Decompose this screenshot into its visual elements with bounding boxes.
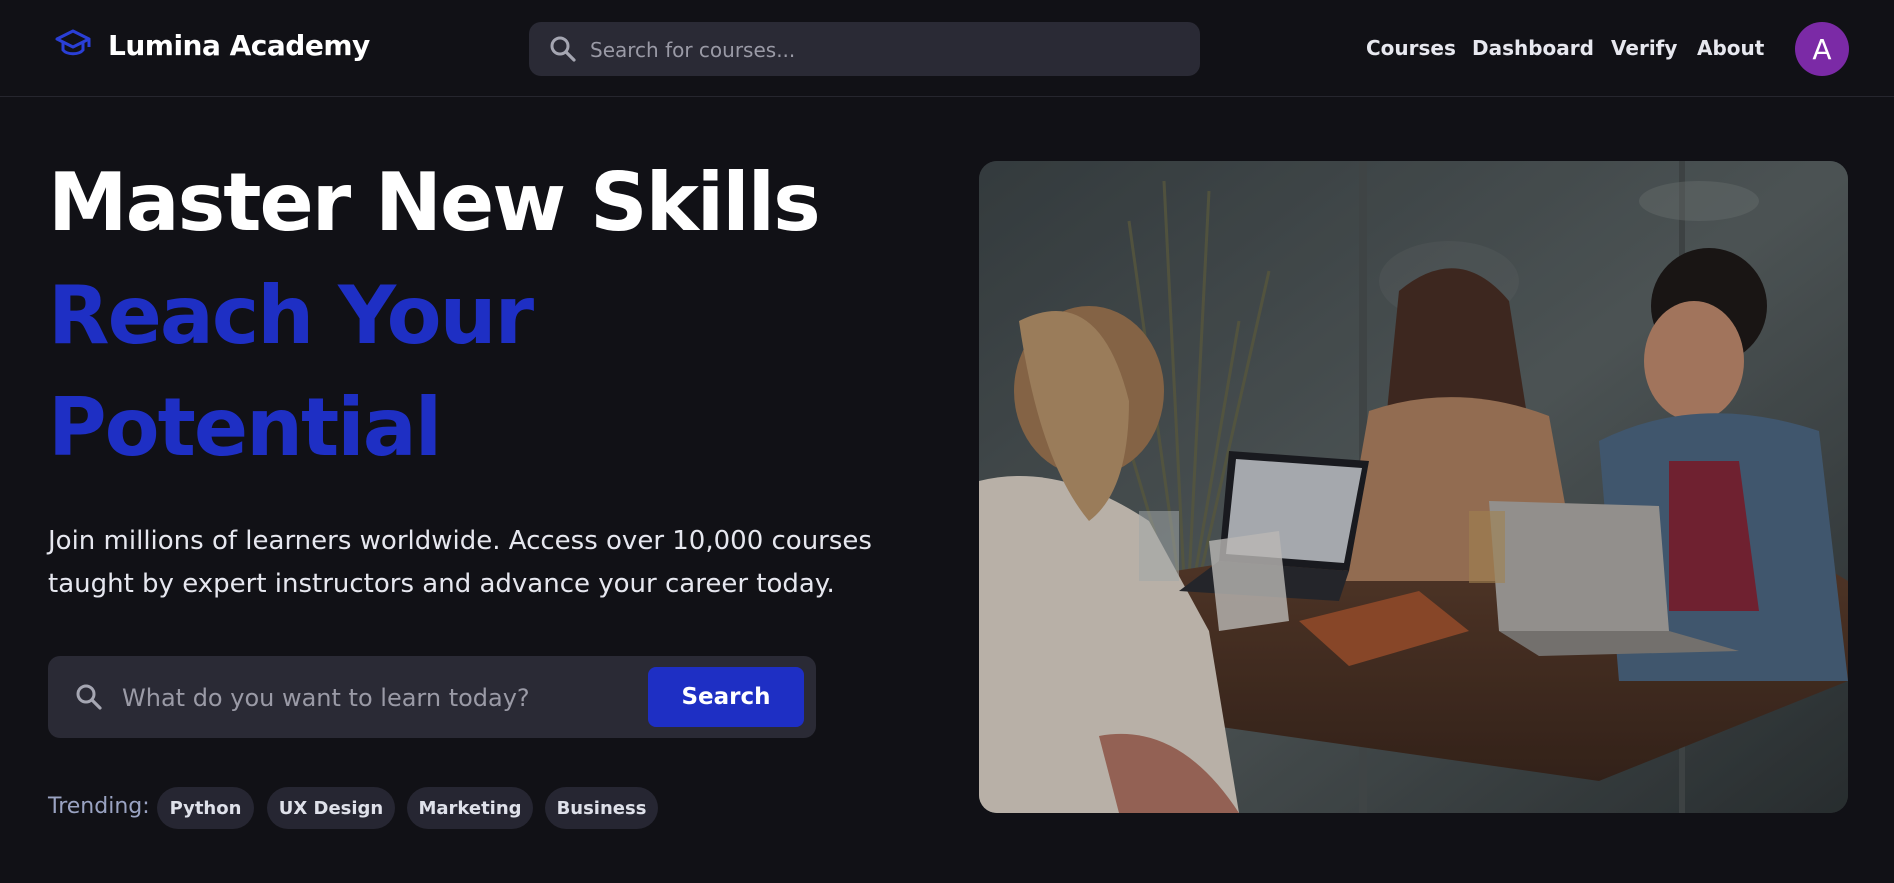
brand-logo-link[interactable]: Lumina Academy: [54, 28, 370, 62]
hero-title-line-1: Master New Skills: [48, 156, 821, 249]
hero-search-box: Search: [48, 656, 816, 740]
hero-title-line-3: Potential: [48, 381, 442, 474]
graduation-cap-icon: [54, 28, 92, 62]
nav-verify[interactable]: Verify: [1611, 36, 1677, 60]
header-search-input[interactable]: [588, 22, 1182, 78]
trending-chip-business[interactable]: Business: [545, 787, 658, 829]
trending-chip-ux-design[interactable]: UX Design: [267, 787, 395, 829]
trending-chip-marketing[interactable]: Marketing: [407, 787, 533, 829]
hero-title-line-2: Reach Your: [48, 269, 534, 362]
header-search: [529, 22, 1200, 78]
nav-about[interactable]: About: [1697, 36, 1764, 60]
trending-chip-python[interactable]: Python: [157, 787, 254, 829]
search-icon: [74, 682, 104, 716]
trending-label: Trending:: [48, 794, 150, 819]
hero-image: [979, 161, 1848, 813]
search-icon: [549, 35, 577, 67]
brand-name: Lumina Academy: [108, 28, 370, 62]
user-avatar[interactable]: A: [1795, 22, 1849, 76]
nav-courses[interactable]: Courses: [1366, 36, 1456, 60]
search-button[interactable]: Search: [648, 667, 804, 727]
hero-description: Join millions of learners worldwide. Acc…: [48, 526, 872, 599]
nav-dashboard[interactable]: Dashboard: [1472, 36, 1594, 60]
hero-search-input[interactable]: [120, 656, 664, 740]
top-navigation-bar: Lumina Academy Courses Dashboard Verify …: [0, 0, 1894, 97]
